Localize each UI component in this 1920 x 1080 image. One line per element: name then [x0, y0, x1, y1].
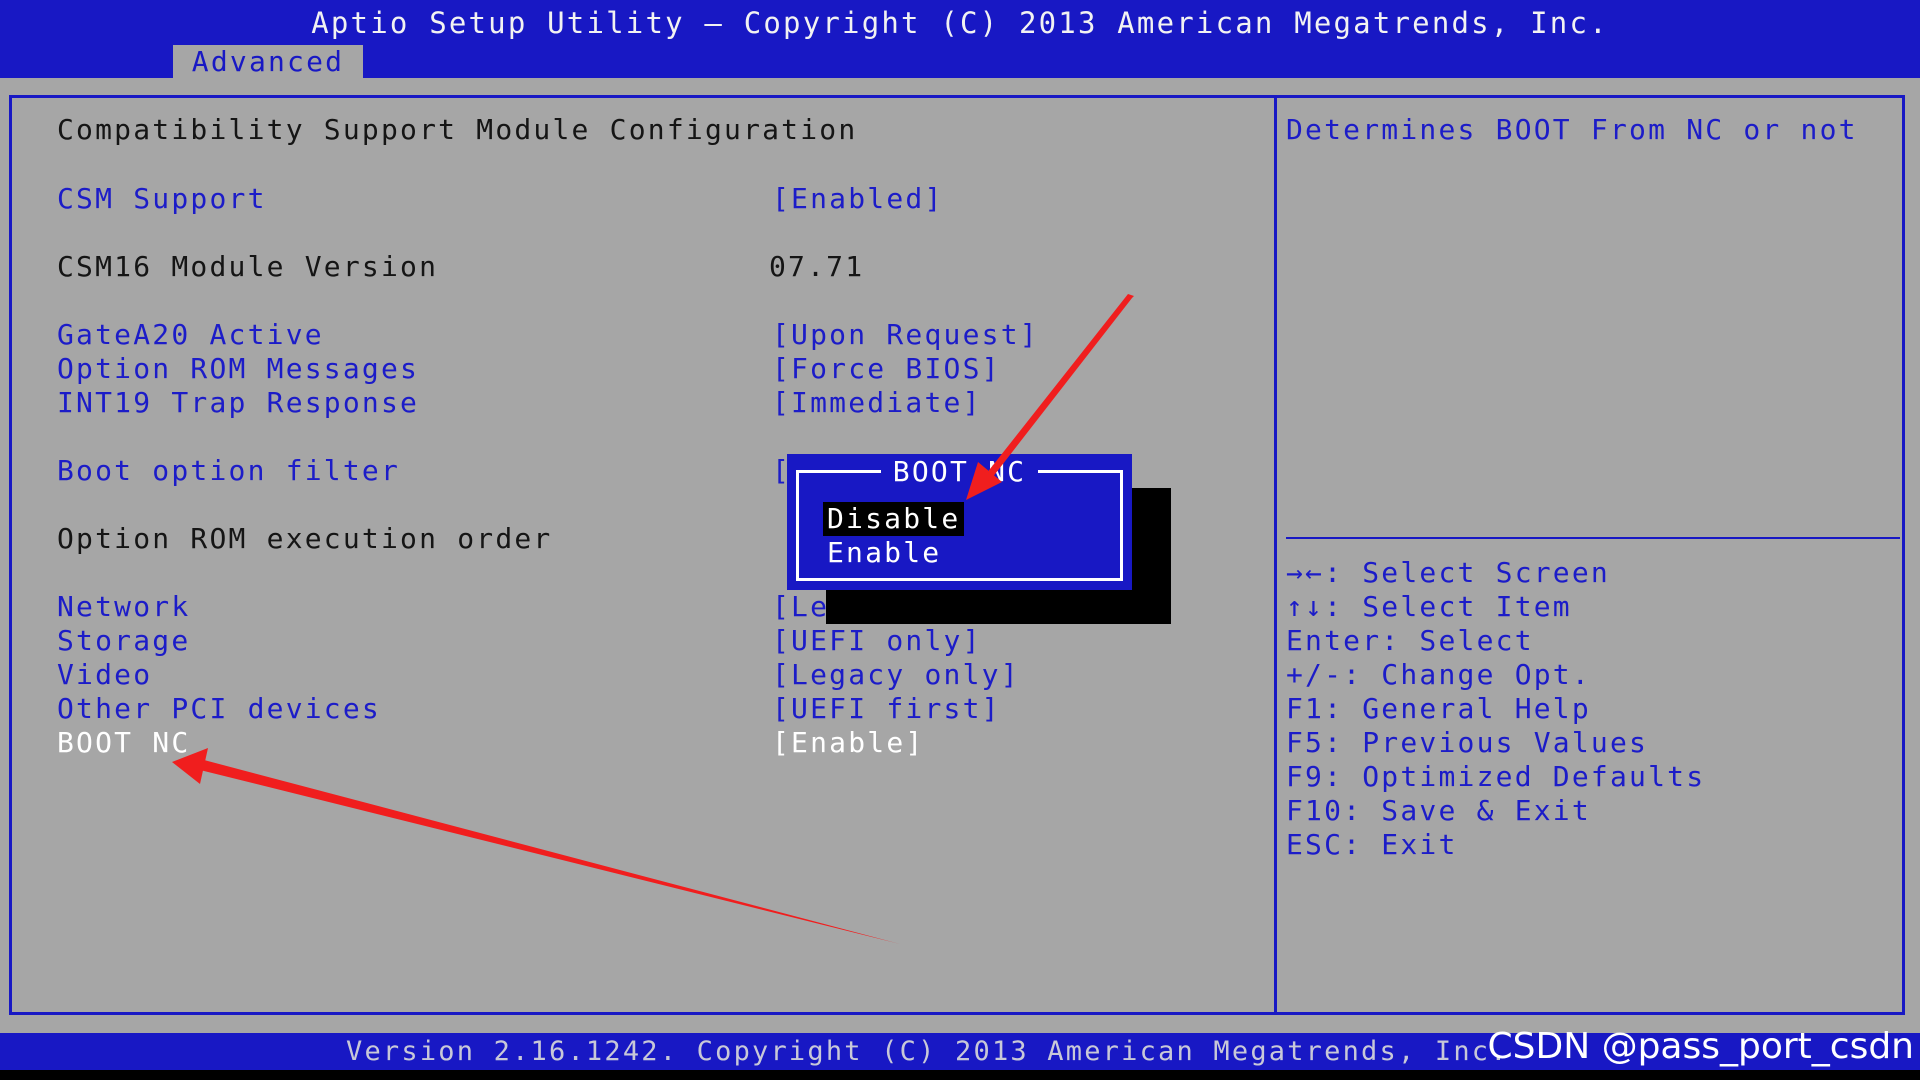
popup-option-enable[interactable]: Enable [823, 536, 945, 570]
page-title: Compatibility Support Module Configurati… [57, 113, 858, 146]
setting-csm-support-value[interactable]: [Enabled] [772, 182, 944, 216]
setting-csm-support-label[interactable]: CSM Support [57, 182, 267, 216]
key-hint-select-screen: →←: Select Screen [1286, 556, 1610, 589]
setting-boot-nc-value[interactable]: [Enable] [772, 726, 924, 760]
key-hint-general-help: F1: General Help [1286, 692, 1591, 725]
setting-storage-label[interactable]: Storage [57, 624, 190, 658]
popup-option-disable[interactable]: Disable [823, 502, 965, 536]
key-hint-save-exit: F10: Save & Exit [1286, 794, 1591, 827]
setting-video-label[interactable]: Video [57, 658, 152, 692]
setting-other-pci-label[interactable]: Other PCI devices [57, 692, 381, 726]
setting-csm16-version-label: CSM16 Module Version [57, 250, 439, 283]
setting-gatea20-label[interactable]: GateA20 Active [57, 318, 324, 352]
key-hint-exit: ESC: Exit [1286, 828, 1458, 861]
key-hint-select-item: ↑↓: Select Item [1286, 590, 1572, 623]
popup-title: BOOT NC [787, 455, 1132, 488]
setting-video-value[interactable]: [Legacy only] [772, 658, 1020, 692]
key-hint-enter: Enter: Select [1286, 624, 1534, 657]
bottom-strip [0, 1070, 1920, 1080]
key-hint-previous-values: F5: Previous Values [1286, 726, 1649, 759]
setting-int19-value[interactable]: [Immediate] [772, 386, 982, 420]
setting-network-label[interactable]: Network [57, 590, 190, 624]
setting-storage-value[interactable]: [UEFI only] [772, 624, 982, 658]
setting-option-rom-messages-label[interactable]: Option ROM Messages [57, 352, 419, 386]
setting-option-rom-messages-value[interactable]: [Force BIOS] [772, 352, 1001, 386]
tab-advanced[interactable]: Advanced [173, 45, 363, 78]
watermark: CSDN @pass_port_csdn [1487, 1026, 1914, 1067]
version-text: Version 2.16.1242. Copyright (C) 2013 Am… [346, 1036, 1509, 1067]
setting-gatea20-value[interactable]: [Upon Request] [772, 318, 1039, 352]
help-description: Determines BOOT From NC or not [1286, 113, 1858, 146]
boot-nc-popup: BOOT NC Disable Enable [787, 454, 1132, 590]
setting-boot-nc-label[interactable]: BOOT NC [57, 726, 190, 760]
app-title: Aptio Setup Utility – Copyright (C) 2013… [311, 6, 1609, 40]
key-hint-optimized-defaults: F9: Optimized Defaults [1286, 760, 1706, 793]
setting-other-pci-value[interactable]: [UEFI first] [772, 692, 1001, 726]
setting-network-value[interactable]: [Le [772, 590, 829, 624]
key-hint-change-opt: +/-: Change Opt. [1286, 658, 1591, 691]
panel-divider [1274, 95, 1277, 1015]
section-option-rom-order: Option ROM execution order [57, 522, 553, 555]
setting-boot-option-filter-label[interactable]: Boot option filter [57, 454, 400, 488]
setting-csm16-version-value: 07.71 [769, 250, 865, 283]
setting-int19-label[interactable]: INT19 Trap Response [57, 386, 419, 420]
help-separator [1286, 537, 1900, 539]
